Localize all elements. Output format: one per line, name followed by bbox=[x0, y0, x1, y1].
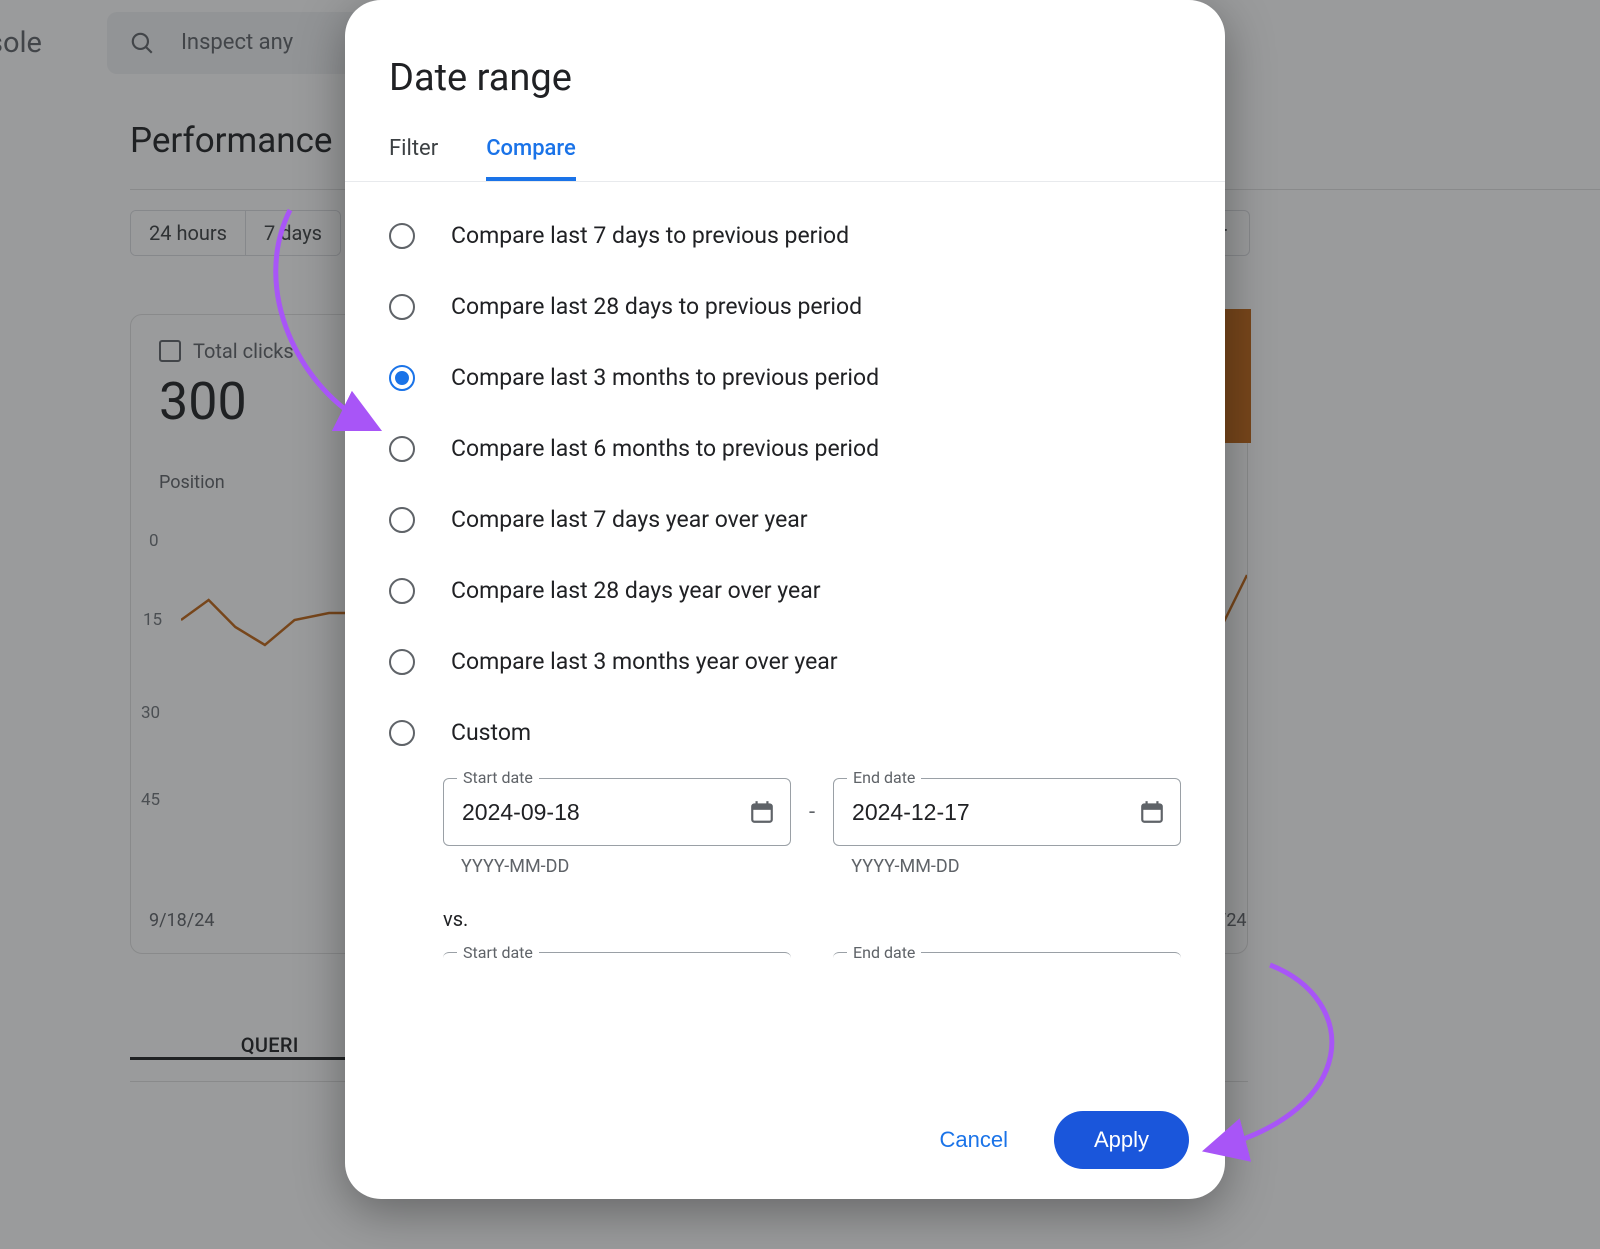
end-date-input[interactable] bbox=[833, 778, 1181, 846]
start-date-label-2: Start date bbox=[457, 943, 539, 962]
radio-icon bbox=[389, 365, 415, 391]
radio-option-3m-yoy[interactable]: Compare last 3 months year over year bbox=[389, 626, 1181, 697]
start-date-field-2[interactable]: Start date bbox=[443, 952, 791, 976]
date-separator: - bbox=[809, 800, 815, 825]
compare-options: Compare last 7 days to previous period C… bbox=[389, 200, 1181, 768]
radio-label: Custom bbox=[451, 719, 531, 746]
start-date-field[interactable]: Start date bbox=[443, 778, 791, 846]
radio-option-28d-yoy[interactable]: Compare last 28 days year over year bbox=[389, 555, 1181, 626]
cancel-button[interactable]: Cancel bbox=[921, 1113, 1025, 1167]
radio-icon bbox=[389, 294, 415, 320]
radio-label: Compare last 7 days year over year bbox=[451, 506, 808, 533]
radio-icon bbox=[389, 649, 415, 675]
modal-title: Date range bbox=[389, 56, 1181, 100]
modal-actions: Cancel Apply bbox=[921, 1111, 1189, 1169]
radio-icon bbox=[389, 436, 415, 462]
modal-tabs: Filter Compare bbox=[345, 136, 1225, 182]
tab-compare[interactable]: Compare bbox=[486, 136, 576, 181]
radio-label: Compare last 6 months to previous period bbox=[451, 435, 879, 462]
end-date-format: YYYY-MM-DD bbox=[851, 856, 959, 877]
end-date-field[interactable]: End date bbox=[833, 778, 1181, 846]
radio-label: Compare last 28 days to previous period bbox=[451, 293, 862, 320]
date-inputs-primary: Start date - End date bbox=[443, 778, 1181, 846]
radio-label: Compare last 3 months year over year bbox=[451, 648, 838, 675]
radio-icon bbox=[389, 578, 415, 604]
radio-option-3m-prev[interactable]: Compare last 3 months to previous period bbox=[389, 342, 1181, 413]
radio-label: Compare last 28 days year over year bbox=[451, 577, 821, 604]
calendar-icon[interactable] bbox=[749, 799, 775, 825]
start-date-input[interactable] bbox=[443, 778, 791, 846]
calendar-icon[interactable] bbox=[1139, 799, 1165, 825]
radio-label: Compare last 3 months to previous period bbox=[451, 364, 879, 391]
end-date-field-2[interactable]: End date bbox=[833, 952, 1181, 976]
start-date-label: Start date bbox=[457, 768, 539, 787]
tab-filter[interactable]: Filter bbox=[389, 136, 438, 181]
end-date-label-2: End date bbox=[847, 943, 921, 962]
date-inputs-secondary: Start date - End date bbox=[443, 951, 1181, 976]
radio-icon bbox=[389, 720, 415, 746]
radio-label: Compare last 7 days to previous period bbox=[451, 222, 849, 249]
radio-option-7d-prev[interactable]: Compare last 7 days to previous period bbox=[389, 200, 1181, 271]
vs-label: vs. bbox=[443, 907, 1181, 931]
date-range-modal: Date range Filter Compare Compare last 7… bbox=[345, 0, 1225, 1199]
radio-option-6m-prev[interactable]: Compare last 6 months to previous period bbox=[389, 413, 1181, 484]
radio-option-custom[interactable]: Custom bbox=[389, 697, 1181, 768]
start-date-format: YYYY-MM-DD bbox=[461, 856, 569, 877]
radio-icon bbox=[389, 507, 415, 533]
end-date-label: End date bbox=[847, 768, 921, 787]
radio-icon bbox=[389, 223, 415, 249]
radio-option-28d-prev[interactable]: Compare last 28 days to previous period bbox=[389, 271, 1181, 342]
radio-option-7d-yoy[interactable]: Compare last 7 days year over year bbox=[389, 484, 1181, 555]
apply-button[interactable]: Apply bbox=[1054, 1111, 1189, 1169]
